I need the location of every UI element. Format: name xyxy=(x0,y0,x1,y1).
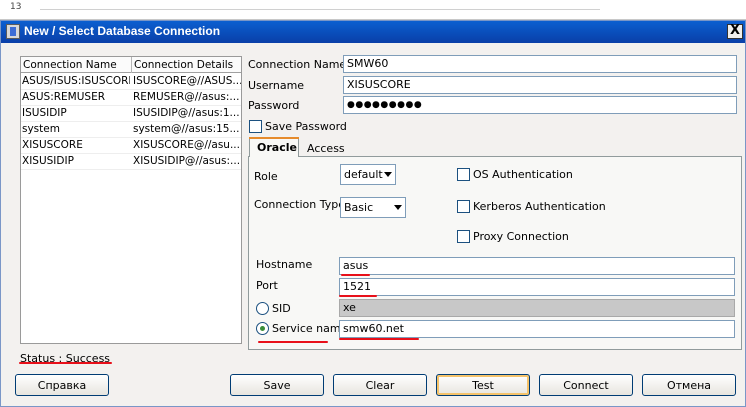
background-app-strip: 13 xyxy=(0,0,746,20)
hostname-input[interactable]: asus xyxy=(339,257,735,275)
annotation-underline xyxy=(339,295,377,297)
connection-details-cell: ISUSIDIP@//asus:1... xyxy=(133,107,240,119)
close-icon: X xyxy=(729,23,741,38)
os-authentication-label[interactable]: OS Authentication xyxy=(473,168,573,181)
proxy-connection-checkbox[interactable] xyxy=(457,230,470,243)
connection-details-cell: system@//asus:15... xyxy=(133,123,240,135)
connection-details-cell: XISUSIDIP@//asus:... xyxy=(133,155,241,167)
chevron-down-icon xyxy=(394,205,402,210)
service-name-label[interactable]: Service name xyxy=(272,322,347,335)
connection-name-cell: ISUSIDIP xyxy=(22,107,67,119)
column-header-details[interactable]: Connection Details xyxy=(134,59,233,71)
list-item[interactable]: ASUS:REMUSER REMUSER@//asus:... xyxy=(21,90,241,106)
save-password-label[interactable]: Save Password xyxy=(265,120,347,133)
sid-input: xe xyxy=(339,299,735,317)
list-item[interactable]: XISUSIDIP XISUSIDIP@//asus:... xyxy=(21,154,241,170)
sid-label[interactable]: SID xyxy=(272,302,291,315)
sid-radio[interactable] xyxy=(256,302,269,315)
username-label: Username xyxy=(248,79,305,92)
password-input[interactable]: ●●●●●●●●● xyxy=(343,96,737,114)
connection-details-cell: XISUSCORE@//asu... xyxy=(133,139,240,151)
proxy-connection-label[interactable]: Proxy Connection xyxy=(473,230,569,243)
connection-name-input[interactable]: SMW60 xyxy=(343,55,737,73)
clear-button[interactable]: Clear xyxy=(333,374,427,396)
kerberos-authentication-label[interactable]: Kerberos Authentication xyxy=(473,200,606,213)
connection-type-value: Basic xyxy=(344,201,374,214)
help-button[interactable]: Справка xyxy=(15,374,109,396)
list-item[interactable]: system system@//asus:15... xyxy=(21,122,241,138)
kerberos-authentication-checkbox[interactable] xyxy=(457,200,470,213)
role-select[interactable]: default xyxy=(340,164,396,185)
annotation-underline xyxy=(339,338,419,340)
hostname-label: Hostname xyxy=(256,258,313,271)
tab-oracle[interactable]: Oracle xyxy=(249,137,299,157)
test-button[interactable]: Test xyxy=(436,374,530,396)
connection-details-cell: REMUSER@//asus:... xyxy=(133,91,240,103)
service-name-input[interactable]: smw60.net xyxy=(339,320,735,338)
window-title: New / Select Database Connection xyxy=(24,24,221,38)
titlebar[interactable]: New / Select Database Connection X xyxy=(1,21,745,43)
column-header-name[interactable]: Connection Name xyxy=(23,59,117,71)
connection-name-cell: ASUS/ISUS:ISUSCORE xyxy=(22,75,130,87)
connection-type-label: Connection Type xyxy=(254,198,346,211)
connection-name-cell: system xyxy=(22,123,60,135)
role-value: default xyxy=(344,168,383,181)
tab-access[interactable]: Access xyxy=(301,140,345,157)
list-item[interactable]: XISUSCORE XISUSCORE@//asu... xyxy=(21,138,241,154)
column-divider[interactable] xyxy=(131,57,132,73)
username-input[interactable]: XISUSCORE xyxy=(343,76,737,94)
os-authentication-checkbox[interactable] xyxy=(457,168,470,181)
service-name-radio[interactable] xyxy=(256,322,269,335)
connection-list[interactable]: Connection Name Connection Details ASUS/… xyxy=(20,56,242,344)
save-password-checkbox[interactable] xyxy=(249,120,262,133)
list-header: Connection Name Connection Details xyxy=(21,57,241,73)
save-button[interactable]: Save xyxy=(230,374,324,396)
connection-dialog: New / Select Database Connection X Conne… xyxy=(0,20,746,407)
close-button[interactable]: X xyxy=(727,24,743,39)
port-label: Port xyxy=(256,279,278,292)
role-label: Role xyxy=(254,170,278,183)
connection-type-select[interactable]: Basic xyxy=(340,197,406,218)
connection-name-cell: ASUS:REMUSER xyxy=(22,91,106,103)
database-icon xyxy=(6,24,20,39)
connection-details-cell: ISUSCORE@//ASUS... xyxy=(133,75,241,87)
connection-name-label: Connection Name xyxy=(248,58,347,71)
annotation-underline xyxy=(341,274,370,276)
annotation-underline xyxy=(258,341,328,343)
status-text: Status : Success xyxy=(20,352,111,365)
list-item[interactable]: ASUS/ISUS:ISUSCORE ISUSCORE@//ASUS... xyxy=(21,74,241,90)
port-input[interactable]: 1521 xyxy=(339,278,735,296)
password-label: Password xyxy=(248,99,300,112)
list-item[interactable]: ISUSIDIP ISUSIDIP@//asus:1... xyxy=(21,106,241,122)
connect-button[interactable]: Connect xyxy=(539,374,633,396)
cancel-button[interactable]: Отмена xyxy=(642,374,736,396)
chevron-down-icon xyxy=(384,172,392,177)
connection-name-cell: XISUSIDIP xyxy=(22,155,74,167)
connection-name-cell: XISUSCORE xyxy=(22,139,83,151)
background-number: 13 xyxy=(10,2,22,12)
background-divider xyxy=(40,9,600,10)
